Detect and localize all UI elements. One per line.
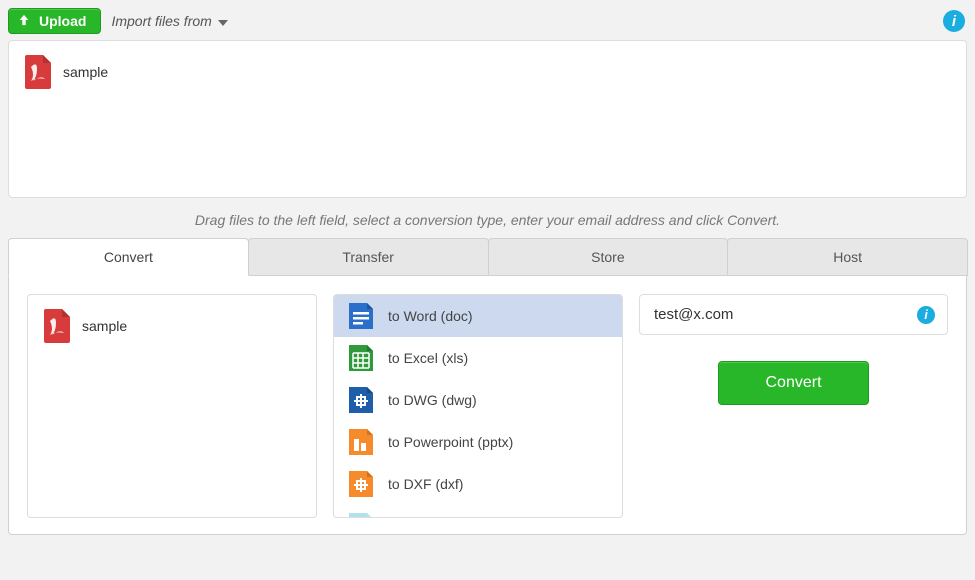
dxf-icon [346,469,376,499]
chevron-down-icon [218,13,228,29]
pdf-icon [42,309,72,343]
import-label: Import files from [111,13,211,29]
info-icon[interactable]: i [917,306,935,324]
format-label: to Powerpoint (pptx) [388,434,513,450]
uploaded-file-name: sample [63,64,108,80]
instruction-text: Drag files to the left field, select a c… [0,198,975,238]
pdf-icon [23,55,53,89]
selected-file-chip[interactable]: sample [42,309,127,343]
format-label: to Excel (xls) [388,350,468,366]
tab-store[interactable]: Store [488,238,729,276]
dwg-icon [346,385,376,415]
word-icon [346,301,376,331]
excel-icon [346,343,376,373]
import-files-from-dropdown[interactable]: Import files from [111,13,227,29]
format-option-more[interactable] [334,505,622,517]
info-icon[interactable]: i [943,10,965,32]
uploaded-file-chip[interactable]: sample [23,55,108,89]
format-option-excel[interactable]: to Excel (xls) [334,337,622,379]
format-scroll-area[interactable]: to Word (doc) to Excel (x [334,295,622,517]
drop-zone[interactable]: sample [8,40,967,198]
tab-host[interactable]: Host [727,238,968,276]
format-label: to Word (doc) [388,308,473,324]
format-option-dwg[interactable]: to DWG (dwg) [334,379,622,421]
upload-arrow-icon [17,13,31,29]
format-option-dxf[interactable]: to DXF (dxf) [334,463,622,505]
format-label: to DXF (dxf) [388,476,463,492]
selected-file-name: sample [82,318,127,334]
conversion-format-list: to Word (doc) to Excel (x [333,294,623,518]
tab-convert[interactable]: Convert [8,238,249,276]
tab-strip: Convert Transfer Store Host [8,238,967,276]
convert-action-column: i Convert [639,294,948,518]
email-input-box: i [639,294,948,335]
convert-panel: sample to Word (doc) [8,275,967,535]
upload-label: Upload [39,13,86,29]
format-label: to DWG (dwg) [388,392,477,408]
convert-button[interactable]: Convert [718,361,868,405]
powerpoint-icon [346,427,376,457]
upload-button[interactable]: Upload [8,8,101,34]
format-option-word[interactable]: to Word (doc) [334,295,622,337]
file-icon [346,511,376,517]
format-option-powerpoint[interactable]: to Powerpoint (pptx) [334,421,622,463]
email-field[interactable] [652,305,909,324]
tab-transfer[interactable]: Transfer [248,238,489,276]
toolbar: Upload Import files from i [0,0,975,40]
selected-files-box: sample [27,294,317,518]
